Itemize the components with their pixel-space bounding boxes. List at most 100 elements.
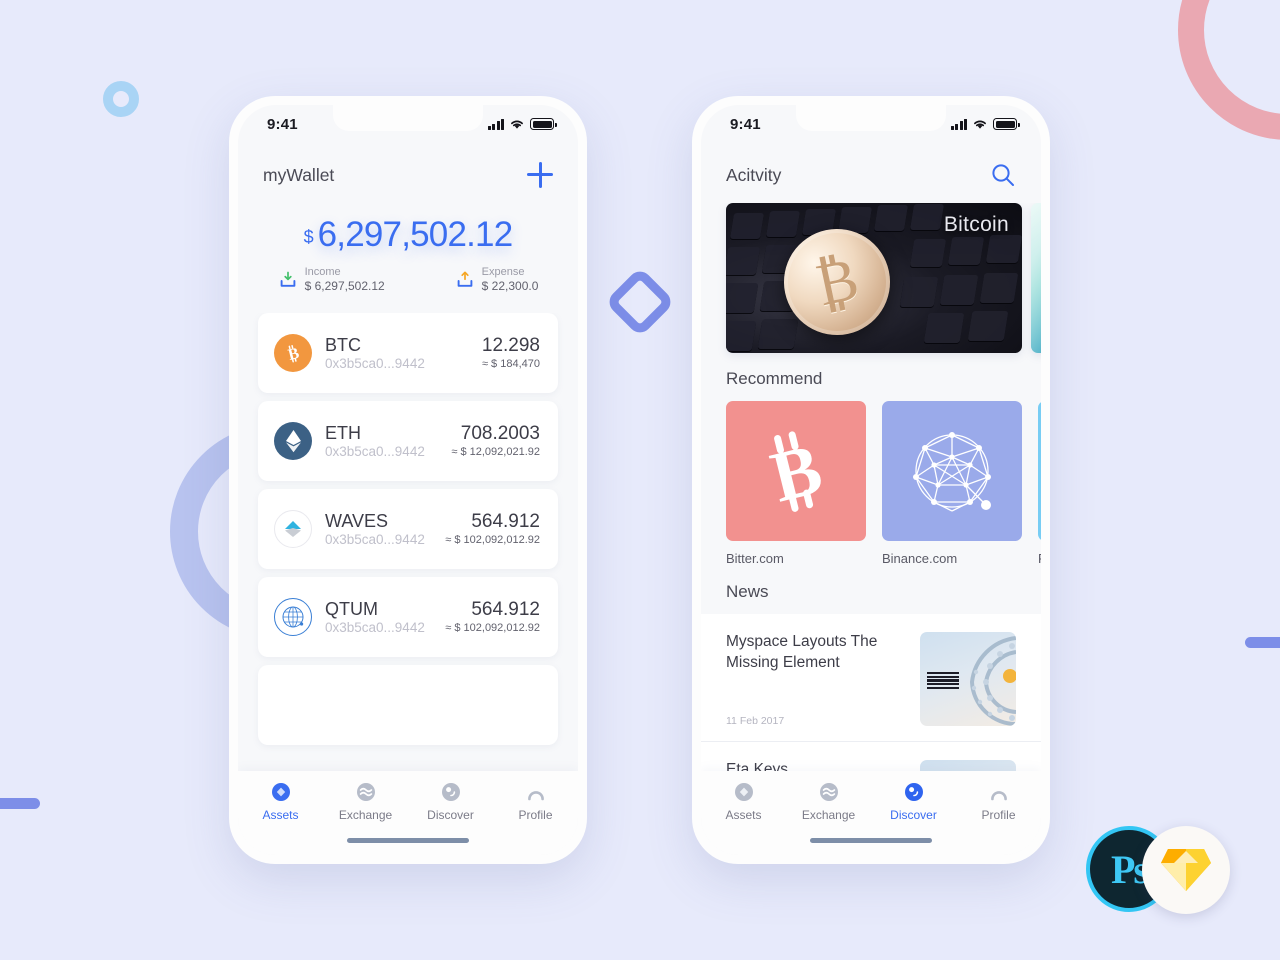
news-item[interactable]: Myspace Layouts The Missing Element 11 F…: [701, 614, 1041, 742]
periwinkle-bar-decoration-left: [0, 798, 40, 809]
asset-usd-value: ≈ $ 12,092,021.92: [451, 446, 540, 459]
wallet-header: myWallet: [238, 147, 578, 203]
sketch-badge-icon: [1142, 826, 1230, 914]
banner-bitcoin[interactable]: ₿ Bitcoin: [726, 203, 1022, 353]
currency-symbol: $: [303, 227, 314, 247]
expense-summary[interactable]: Expense $ 22,300.0: [455, 266, 539, 294]
tab-profile[interactable]: Profile: [956, 782, 1041, 822]
income-summary[interactable]: Income $ 6,297,502.12: [278, 266, 385, 293]
asset-values: 708.2003 ≈ $ 12,092,021.92: [451, 423, 540, 459]
bitcoin-icon: B: [274, 334, 312, 373]
recommend-item-poloniex[interactable]: Polonie: [1038, 401, 1041, 566]
news-text: Eta Keys: [726, 760, 906, 771]
news-headline: Myspace Layouts The Missing Element: [726, 633, 878, 671]
asset-symbol: WAVES: [325, 511, 389, 532]
asset-values: 564.912 ≈ $ 102,092,012.92: [445, 599, 540, 635]
asset-row-qtum[interactable]: QTUM 0x3b5ca0...9442 564.912 ≈ $ 102,092…: [258, 577, 558, 658]
flow-summary: Income $ 6,297,502.12 Expense $ 22,300.0: [238, 266, 578, 293]
income-download-icon: [280, 271, 295, 287]
asset-row-eth[interactable]: ETH 0x3b5ca0...9442 708.2003 ≈ $ 12,092,…: [258, 401, 558, 482]
recommend-tile: B: [726, 401, 866, 541]
asset-amount: 12.298: [481, 335, 540, 357]
waves-icon: [274, 510, 312, 549]
phone-discover-screen: 9:41 Acitvity ₿ Bitcoin Recommend B Bitt…: [692, 96, 1050, 864]
battery-icon: [993, 118, 1020, 130]
discover-body[interactable]: ₿ Bitcoin Recommend B Bitter.com Binance…: [701, 203, 1041, 771]
home-indicator: [810, 838, 932, 843]
pink-ring-decoration: [1178, 0, 1280, 140]
polyhedron-network-icon: [913, 432, 991, 512]
tab-bar[interactable]: Assets Exchange Discover Profile: [238, 771, 578, 855]
exchange-waves-icon: [356, 783, 375, 801]
asset-symbol: QTUM: [325, 599, 378, 620]
asset-info: QTUM 0x3b5ca0...9442: [325, 599, 445, 636]
balance-row: $ 6,297,502.12: [238, 217, 578, 252]
expense-value: $ 22,300.0: [481, 279, 539, 294]
page-title: Acitvity: [726, 164, 782, 185]
news-list[interactable]: Myspace Layouts The Missing Element 11 F…: [701, 614, 1041, 771]
banner-carousel[interactable]: ₿ Bitcoin: [701, 203, 1041, 353]
recommend-item-binance[interactable]: Binance.com: [882, 401, 1022, 566]
recommend-title: Recommend: [726, 369, 823, 388]
add-wallet-button[interactable]: [527, 162, 553, 188]
signal-bars-icon: [487, 118, 504, 130]
ibm-logo-icon: [927, 672, 959, 689]
wallet-screen-content: 9:41 myWallet $ 6,297,502.12 Income $ 6,…: [238, 105, 578, 855]
tab-label: Assets: [725, 808, 762, 822]
tab-assets[interactable]: Assets: [238, 782, 323, 822]
tab-discover[interactable]: Discover: [871, 782, 956, 822]
tab-label: Exchange: [338, 808, 393, 822]
portrait-photo: [920, 760, 1016, 771]
news-item[interactable]: Eta Keys: [701, 742, 1041, 771]
tab-label: Exchange: [801, 808, 856, 822]
discover-screen-content: 9:41 Acitvity ₿ Bitcoin Recommend B Bitt…: [701, 105, 1041, 855]
balance-amount: 6,297,502.12: [317, 215, 514, 254]
banner-label: Bitcoin: [943, 213, 1009, 236]
news-thumbnail: [920, 632, 1016, 726]
status-time: 9:41: [267, 116, 298, 133]
status-icons: [950, 118, 1020, 130]
balance-section: $ 6,297,502.12 Income $ 6,297,502.12 Exp…: [238, 203, 578, 313]
recommend-name: Bitter.com: [726, 551, 784, 566]
wifi-icon: [511, 120, 523, 129]
news-title: News: [726, 582, 769, 601]
asset-amount: 708.2003: [460, 423, 540, 445]
asset-row-btc[interactable]: B BTC 0x3b5ca0...9442 12.298 ≈ $ 184,470: [258, 313, 558, 394]
ethereum-icon: [274, 422, 312, 461]
recommend-name: Binance.com: [882, 551, 958, 566]
asset-address: 0x3b5ca0...9442: [325, 531, 425, 547]
tab-profile[interactable]: Profile: [493, 782, 578, 822]
asset-list[interactable]: B BTC 0x3b5ca0...9442 12.298 ≈ $ 184,470: [238, 313, 578, 771]
tab-discover[interactable]: Discover: [408, 782, 493, 822]
tab-bar[interactable]: Assets Exchange Discover Profile: [701, 771, 1041, 855]
phone-wallet-screen: 9:41 myWallet $ 6,297,502.12 Income $ 6,…: [229, 96, 587, 864]
asset-info: ETH 0x3b5ca0...9442: [325, 423, 451, 460]
recommend-item-bitter[interactable]: B Bitter.com: [726, 401, 866, 566]
asset-amount: 564.912: [471, 511, 540, 533]
news-date: 11 Feb 2017: [726, 715, 785, 727]
asset-row-partial[interactable]: [258, 665, 558, 746]
bitcoin-glyph-icon: B: [764, 428, 830, 515]
assets-diamond-icon: [734, 783, 753, 801]
tab-assets[interactable]: Assets: [701, 782, 786, 822]
income-value: $ 6,297,502.12: [304, 279, 385, 294]
tab-exchange[interactable]: Exchange: [786, 782, 871, 822]
assets-diamond-icon: [271, 783, 290, 801]
asset-address: 0x3b5ca0...9442: [325, 443, 425, 459]
search-icon[interactable]: [990, 162, 1016, 188]
tab-label: Discover: [427, 808, 474, 822]
asset-row-waves[interactable]: WAVES 0x3b5ca0...9442 564.912 ≈ $ 102,09…: [258, 489, 558, 570]
recommend-list[interactable]: B Bitter.com Binance.com: [701, 401, 1041, 566]
asset-symbol: BTC: [325, 335, 361, 356]
status-time: 9:41: [730, 116, 761, 133]
asset-symbol: ETH: [325, 423, 361, 444]
small-blue-ring-decoration: [103, 81, 139, 117]
asset-values: 564.912 ≈ $ 102,092,012.92: [445, 511, 540, 547]
asset-address: 0x3b5ca0...9442: [325, 619, 425, 635]
tab-exchange[interactable]: Exchange: [323, 782, 408, 822]
income-label: Income: [304, 266, 341, 278]
signal-bars-icon: [950, 118, 967, 130]
expense-upload-icon: [457, 271, 473, 287]
notch: [333, 105, 483, 131]
banner-aurora[interactable]: [1031, 203, 1041, 353]
